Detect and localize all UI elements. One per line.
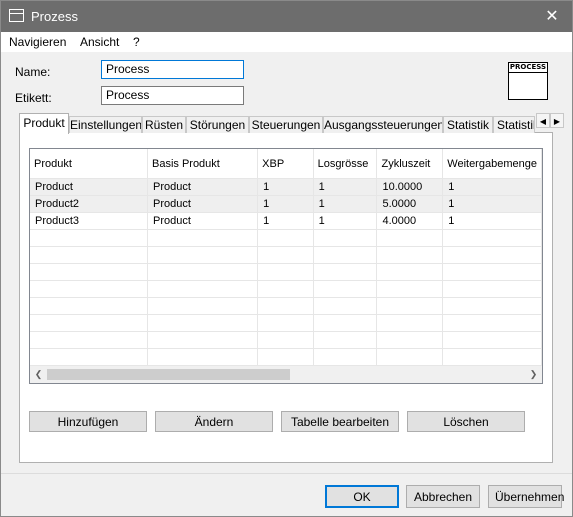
empty-row [30,280,542,298]
column-header-losgroesse[interactable]: Losgrösse [313,149,378,179]
empty-row [30,331,542,349]
column-header-weitergabemenge[interactable]: Weitergabemenge [442,149,542,179]
etikett-label: Etikett: [15,91,52,105]
scroll-left-icon[interactable]: ❮ [30,366,47,383]
ok-button[interactable]: OK [325,485,399,508]
table-cell[interactable]: 10.0000 [376,178,444,196]
delete-button[interactable]: Löschen [407,411,525,432]
table-cell[interactable]: Product [30,178,148,196]
tab-statistik[interactable]: Statistik [443,116,493,133]
tab-statistik-2[interactable]: Statistik [493,116,535,133]
footer-divider [1,473,572,474]
column-header-xbp[interactable]: XBP [257,149,314,179]
tab-produkt[interactable]: Produkt [19,113,69,134]
tab-scroll-right-icon[interactable]: ▶ [550,113,564,128]
apply-button[interactable]: Übernehmen [488,485,564,508]
column-header-produkt[interactable]: Produkt [30,149,148,179]
table-cell[interactable]: Product3 [30,212,148,230]
table-cell[interactable]: 1 [442,212,542,230]
window-icon [9,9,24,22]
close-icon[interactable]: ✕ [532,1,572,32]
scroll-right-icon[interactable]: ❯ [525,366,542,383]
tab-einstellungen[interactable]: Einstellungen [69,116,142,133]
table-cell[interactable]: 1 [313,195,378,213]
menu-navigieren[interactable]: Navigieren [9,35,66,49]
table-cell[interactable]: 1 [442,195,542,213]
table-cell[interactable]: 1 [257,195,314,213]
table-row[interactable]: Product3 Product 1 1 4.0000 1 [30,212,542,230]
table-cell[interactable]: 4.0000 [376,212,444,230]
table-cell[interactable]: Product [147,212,259,230]
column-header-zykluszeit[interactable]: Zykluszeit [376,149,444,179]
table-header-row: Produkt Basis Produkt XBP Losgrösse Zykl… [30,149,542,179]
menu-ansicht[interactable]: Ansicht [80,35,119,49]
table-cell[interactable]: 5.0000 [376,195,444,213]
table-row[interactable]: Product Product 1 1 10.0000 1 [30,178,542,196]
etikett-field[interactable]: Process [101,86,244,105]
name-field[interactable]: Process [101,60,244,79]
menu-bar: Navigieren Ansicht ? [1,32,572,52]
title-bar: Prozess ✕ [1,1,572,32]
product-table: Produkt Basis Produkt XBP Losgrösse Zykl… [29,148,543,384]
tab-scroll-left-icon[interactable]: ◀ [536,113,550,128]
table-row[interactable]: Product2 Product 1 1 5.0000 1 [30,195,542,213]
edit-table-button[interactable]: Tabelle bearbeiten [281,411,399,432]
table-cell[interactable]: 1 [313,212,378,230]
prozess-dialog: Prozess ✕ Navigieren Ansicht ? Name: Pro… [0,0,573,517]
table-cell[interactable]: 1 [442,178,542,196]
empty-row [30,297,542,315]
empty-row [30,314,542,332]
empty-row [30,348,542,366]
empty-row [30,229,542,247]
column-header-basis-produkt[interactable]: Basis Produkt [147,149,259,179]
tab-ausgangssteuerungen[interactable]: Ausgangssteuerungen [323,116,443,133]
add-button[interactable]: Hinzufügen [29,411,147,432]
tab-steuerungen[interactable]: Steuerungen [249,116,323,133]
name-label: Name: [15,65,51,79]
table-cell[interactable]: Product [147,195,259,213]
empty-row [30,263,542,281]
tab-ruesten[interactable]: Rüsten [142,116,186,133]
table-cell[interactable]: 1 [257,178,314,196]
table-cell[interactable]: Product [147,178,259,196]
process-icon-label: PROCESS [509,63,547,73]
tab-stoerungen[interactable]: Störungen [186,116,249,133]
table-cell[interactable]: 1 [313,178,378,196]
table-cell[interactable]: Product2 [30,195,148,213]
scrollbar-thumb[interactable] [47,369,290,380]
menu-help[interactable]: ? [133,35,140,49]
window-title: Prozess [31,9,78,24]
empty-row [30,246,542,264]
cancel-button[interactable]: Abbrechen [406,485,480,508]
process-icon: PROCESS [508,62,548,100]
change-button[interactable]: Ändern [155,411,273,432]
horizontal-scrollbar[interactable]: ❮ ❯ [30,366,542,383]
table-cell[interactable]: 1 [257,212,314,230]
